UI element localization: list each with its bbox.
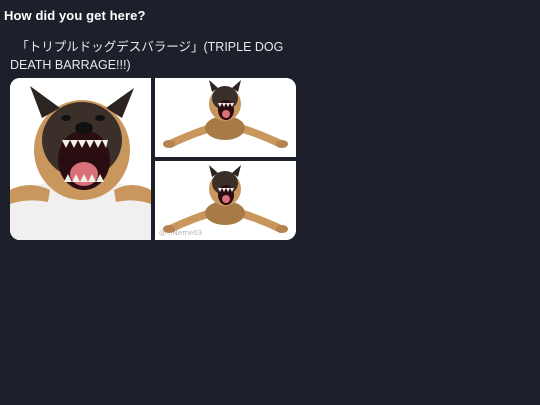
dog-closeup-image	[10, 78, 151, 240]
media-grid: @...Neme03	[10, 78, 296, 240]
dog-sprawled-image	[155, 78, 296, 157]
media-image-1[interactable]	[10, 78, 151, 240]
post-text: 「トリプルドッグデスバラージ」(TRIPLE DOG DEATH BARRAGE…	[10, 40, 284, 72]
media-image-3[interactable]: @...Neme03	[155, 161, 296, 240]
media-image-2[interactable]	[155, 78, 296, 157]
image-watermark: @...Neme03	[159, 229, 203, 237]
page-heading: How did you get here?	[4, 8, 146, 23]
